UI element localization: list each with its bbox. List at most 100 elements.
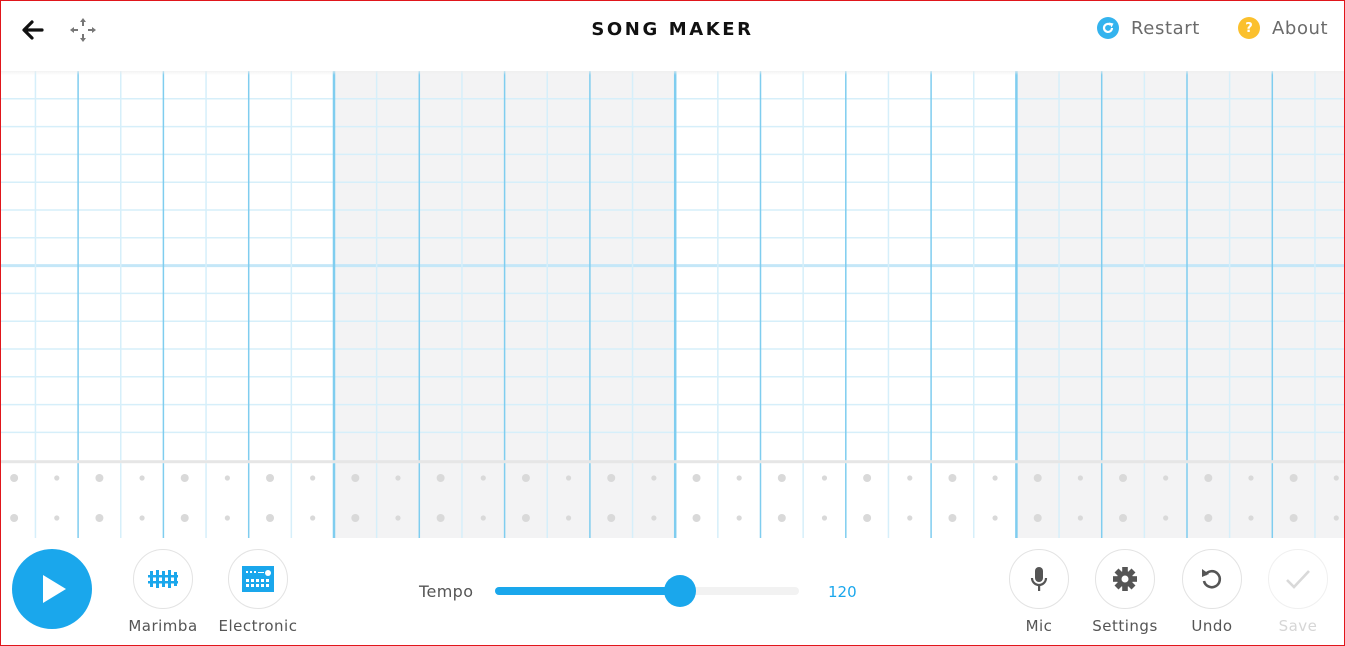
rhythm-dot <box>10 474 19 482</box>
rhythm-dot <box>480 515 486 521</box>
rhythm-dot <box>1248 475 1254 481</box>
rhythm-dot <box>95 474 104 482</box>
rhythm-dot <box>907 515 913 521</box>
mic-button[interactable] <box>1009 549 1069 609</box>
rhythm-dot <box>521 474 530 482</box>
undo-button[interactable] <box>1182 549 1242 609</box>
rhythm-dot <box>521 514 530 522</box>
rhythm-dot <box>310 515 316 521</box>
microphone-icon <box>1030 567 1048 591</box>
rhythm-dot <box>736 515 742 521</box>
rhythm-dot <box>651 475 657 481</box>
rhythm-dot <box>436 514 445 522</box>
tempo-slider-fill <box>495 587 681 595</box>
rhythm-dot <box>139 475 145 481</box>
rhythm-dot <box>565 515 572 521</box>
play-button[interactable] <box>12 549 92 629</box>
rhythm-dot <box>863 474 872 482</box>
rhythm-dot <box>310 475 316 481</box>
rhythm-dot <box>1119 474 1128 482</box>
rhythm-dot <box>180 474 189 482</box>
rhythm-dot <box>95 514 104 522</box>
rhythm-dot <box>651 515 657 521</box>
gear-icon <box>1113 567 1137 591</box>
rhythm-dot <box>436 474 445 482</box>
rhythm-dot <box>948 474 957 482</box>
rhythm-dot <box>821 515 828 521</box>
rhythm-dot <box>863 514 872 522</box>
drum-machine-icon <box>242 566 274 592</box>
rhythm-dot <box>266 474 275 482</box>
rhythm-dot <box>821 475 828 481</box>
about-button[interactable]: ? About <box>1238 17 1328 39</box>
restart-button[interactable]: Restart <box>1097 17 1200 39</box>
about-label: About <box>1272 17 1329 39</box>
mic-label: Mic <box>1025 617 1053 635</box>
header: SONG MAKER Restart ? About <box>0 0 1345 71</box>
rhythm-dot <box>948 514 957 522</box>
control-bar: Marimba Electronic Tempo 120 Mic Setting… <box>0 538 1345 646</box>
tempo-slider-thumb[interactable] <box>664 575 697 607</box>
bar-background <box>0 71 335 538</box>
rhythm-dot <box>1119 514 1128 522</box>
rhythm-dot <box>1333 515 1339 521</box>
rhythm-dot <box>10 514 19 522</box>
rhythm-dot <box>139 515 145 521</box>
rhythm-dot <box>565 475 572 481</box>
rhythm-dot <box>1289 474 1298 482</box>
rhythm-dot <box>1077 475 1083 481</box>
rhythm-dot <box>992 475 998 481</box>
rhythm-dot <box>607 474 616 482</box>
rhythm-dot <box>1333 475 1339 481</box>
settings-button[interactable] <box>1095 549 1155 609</box>
undo-label: Undo <box>1191 617 1233 635</box>
rhythm-dot <box>1204 514 1213 522</box>
tempo-label: Tempo <box>419 582 474 601</box>
question-icon: ? <box>1238 17 1260 39</box>
tempo-value: 120 <box>828 583 857 601</box>
rhythm-dot <box>224 515 230 521</box>
rhythm-dot <box>777 474 786 482</box>
rhythm-dot <box>266 514 275 522</box>
rhythm-dot <box>1033 474 1042 482</box>
rhythm-dot <box>907 475 913 481</box>
rhythm-dot <box>777 514 786 522</box>
settings-label: Settings <box>1092 617 1158 635</box>
rhythm-dot <box>395 515 401 521</box>
rhythm-dot <box>395 475 401 481</box>
rhythm-dot <box>992 515 998 521</box>
save-label: Save <box>1278 617 1318 635</box>
instrument-marimba-button[interactable] <box>133 549 193 609</box>
tempo-slider[interactable] <box>495 575 799 607</box>
rhythm-dot <box>351 514 360 522</box>
refresh-icon <box>1097 17 1119 39</box>
instrument-electronic-label: Electronic <box>218 617 298 635</box>
instrument-marimba-label: Marimba <box>128 617 198 635</box>
header-shadow <box>0 71 1345 75</box>
rhythm-dot <box>692 514 701 522</box>
restart-label: Restart <box>1131 17 1200 39</box>
rhythm-separator <box>0 460 1345 464</box>
rhythm-dot <box>1248 515 1254 521</box>
rhythm-dot <box>1077 515 1083 521</box>
note-grid-canvas[interactable] <box>0 71 1345 538</box>
rhythm-dot <box>1163 475 1169 481</box>
marimba-icon <box>148 570 178 588</box>
rhythm-dot <box>1204 474 1213 482</box>
rhythm-dot <box>607 514 616 522</box>
undo-icon <box>1202 569 1222 589</box>
rhythm-dot <box>692 474 701 482</box>
rhythm-dot <box>1163 515 1169 521</box>
save-button[interactable] <box>1268 549 1328 609</box>
song-grid[interactable] <box>0 71 1345 538</box>
rhythm-dot <box>351 474 360 482</box>
checkmark-icon <box>1286 570 1310 589</box>
rhythm-dot <box>54 515 60 521</box>
rhythm-dot <box>1033 514 1042 522</box>
bar-background <box>1016 71 1345 538</box>
rhythm-dot <box>736 475 742 481</box>
rhythm-dot <box>1289 514 1298 522</box>
instrument-electronic-button[interactable] <box>228 549 288 609</box>
rhythm-dot <box>54 475 60 481</box>
play-icon <box>43 575 66 603</box>
